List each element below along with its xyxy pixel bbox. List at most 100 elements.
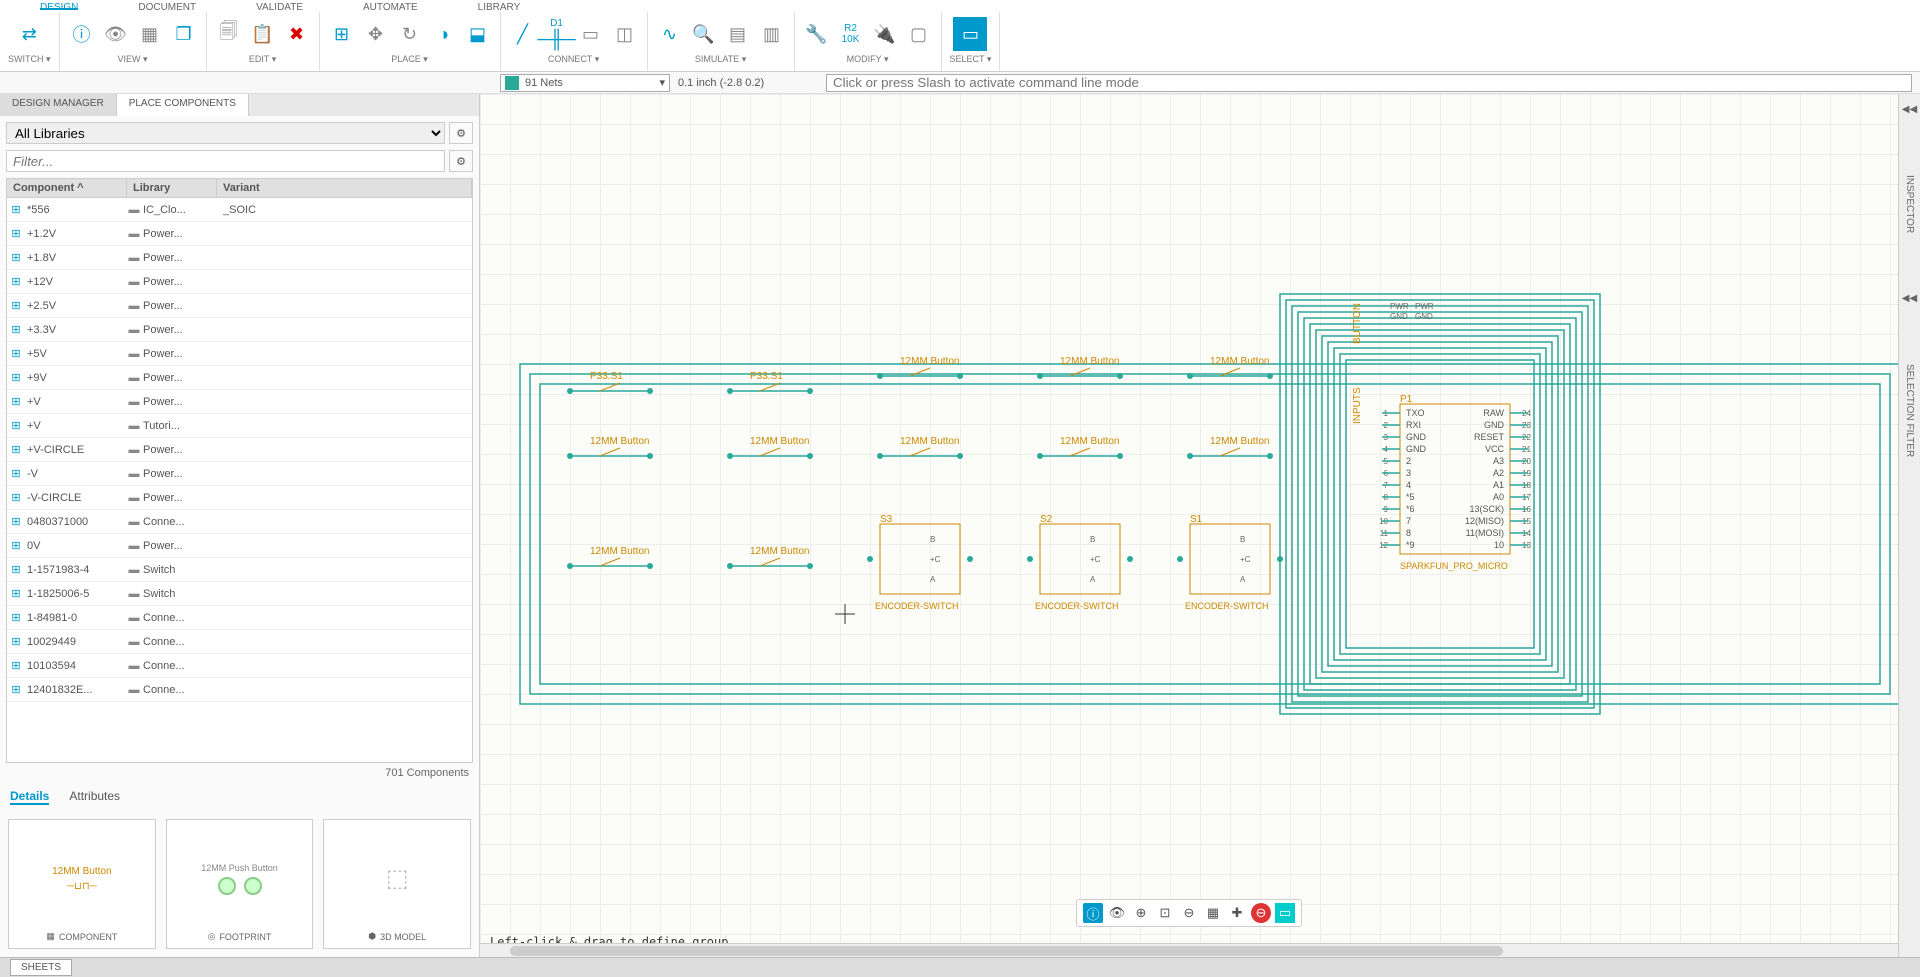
list-item[interactable]: ⊞12401832E...▬Conne...: [7, 678, 472, 702]
filter-settings-icon[interactable]: ⚙: [449, 150, 473, 172]
sheet-icon[interactable]: ▢: [905, 20, 933, 48]
svg-text:SPARKFUN_PRO_MICRO: SPARKFUN_PRO_MICRO: [1400, 561, 1508, 571]
list-item[interactable]: ⊞+V▬Power...: [7, 390, 472, 414]
rotate-icon[interactable]: ↻: [396, 20, 424, 48]
list-item[interactable]: ⊞+2.5V▬Power...: [7, 294, 472, 318]
sim-scope-icon[interactable]: ▥: [758, 20, 786, 48]
list-item[interactable]: ⊞*556▬IC_Clo..._SOIC: [7, 198, 472, 222]
list-item[interactable]: ⊞+1.2V▬Power...: [7, 222, 472, 246]
layers-icon[interactable]: ❐: [170, 20, 198, 48]
nets-dropdown[interactable]: 91 Nets▾: [500, 74, 670, 92]
stop-btn[interactable]: ⊖: [1251, 903, 1271, 923]
list-item[interactable]: ⊞1-84981-0▬Conne...: [7, 606, 472, 630]
net-icon[interactable]: D1─╫─: [543, 20, 571, 48]
list-item[interactable]: ⊞1-1825006-5▬Switch: [7, 582, 472, 606]
visibility-btn[interactable]: 👁: [1107, 903, 1127, 923]
menu-automate[interactable]: AUTOMATE: [363, 2, 418, 10]
list-item[interactable]: ⊞+V-CIRCLE▬Power...: [7, 438, 472, 462]
svg-text:3: 3: [1406, 468, 1411, 478]
svg-text:12(MISO): 12(MISO): [1465, 516, 1504, 526]
svg-text:P33.S1: P33.S1: [590, 371, 623, 382]
move-icon[interactable]: ✥: [362, 20, 390, 48]
library-settings-icon[interactable]: ⚙: [449, 122, 473, 144]
mirror-icon[interactable]: ◑: [430, 20, 458, 48]
sim-wave-icon[interactable]: ∿: [656, 20, 684, 48]
bus-icon[interactable]: ▭: [577, 20, 605, 48]
tab-attributes[interactable]: Attributes: [69, 789, 120, 805]
library-select[interactable]: All Libraries: [6, 122, 445, 144]
plug-icon[interactable]: 🔌: [871, 20, 899, 48]
selection-filter-tab[interactable]: SELECTION FILTER: [1904, 364, 1915, 457]
value-icon[interactable]: R210K: [837, 20, 865, 48]
sim-meter-icon[interactable]: ▤: [724, 20, 752, 48]
svg-text:RAW: RAW: [1483, 408, 1504, 418]
sheets-tab[interactable]: SHEETS: [10, 959, 72, 976]
zoom-fit-btn[interactable]: ⊡: [1155, 903, 1175, 923]
tab-place-components[interactable]: PLACE COMPONENTS: [117, 94, 249, 116]
list-item[interactable]: ⊞-V▬Power...: [7, 462, 472, 486]
delete-icon[interactable]: ✖: [283, 20, 311, 48]
info-btn[interactable]: ⓘ: [1083, 903, 1103, 923]
list-item[interactable]: ⊞10103594▬Conne...: [7, 654, 472, 678]
preview-footprint[interactable]: 12MM Push Button ◎FOOTPRINT: [166, 819, 314, 949]
tool-icon[interactable]: 🔧: [803, 20, 831, 48]
add-icon[interactable]: ⊞: [328, 20, 356, 48]
preview-3d[interactable]: ⬚ ⬢3D MODEL: [323, 819, 471, 949]
schematic-canvas[interactable]: P33.S1 P33.S1 12MM Button 12MM Button 12…: [480, 94, 1898, 957]
eye-icon[interactable]: 👁: [102, 20, 130, 48]
collapse-filter-btn[interactable]: ◀◀: [1902, 293, 1917, 304]
paste-icon[interactable]: 📋: [249, 20, 277, 48]
port-icon[interactable]: ◫: [611, 20, 639, 48]
h-scrollbar[interactable]: [480, 943, 1898, 957]
svg-text:PWR: PWR: [1390, 302, 1409, 311]
menu-document[interactable]: DOCUMENT: [138, 2, 196, 10]
svg-text:A: A: [930, 575, 936, 584]
grid-btn[interactable]: ▦: [1203, 903, 1223, 923]
list-item[interactable]: ⊞-V-CIRCLE▬Power...: [7, 486, 472, 510]
grid-icon[interactable]: ▦: [136, 20, 164, 48]
list-item[interactable]: ⊞+5V▬Power...: [7, 342, 472, 366]
col-library[interactable]: Library: [127, 179, 217, 197]
list-item[interactable]: ⊞+V▬Tutori...: [7, 414, 472, 438]
list-item[interactable]: ⊞+12V▬Power...: [7, 270, 472, 294]
crosshair-btn[interactable]: ✚: [1227, 903, 1247, 923]
menu-design[interactable]: DESIGN: [40, 2, 78, 10]
list-item[interactable]: ⊞10029449▬Conne...: [7, 630, 472, 654]
collapse-inspector-btn[interactable]: ◀◀: [1902, 104, 1917, 115]
menu-validate[interactable]: VALIDATE: [256, 2, 303, 10]
list-item[interactable]: ⊞+9V▬Power...: [7, 366, 472, 390]
select-icon[interactable]: ▭: [953, 17, 987, 51]
col-component[interactable]: Component ^: [7, 179, 127, 197]
command-input[interactable]: [826, 74, 1912, 92]
list-item[interactable]: ⊞+3.3V▬Power...: [7, 318, 472, 342]
svg-text:13(SCK): 13(SCK): [1469, 504, 1504, 514]
list-item[interactable]: ⊞+1.8V▬Power...: [7, 246, 472, 270]
wire-icon[interactable]: ╱: [509, 20, 537, 48]
svg-text:+C: +C: [930, 555, 941, 564]
component-count: 701 Components: [0, 763, 479, 783]
svg-text:A2: A2: [1493, 468, 1504, 478]
zoom-in-btn[interactable]: ⊕: [1131, 903, 1151, 923]
switch-icon[interactable]: ⇄: [12, 17, 46, 51]
info-icon[interactable]: ⓘ: [68, 20, 96, 48]
marquee-btn[interactable]: ▭: [1275, 903, 1295, 923]
tab-details[interactable]: Details: [10, 789, 49, 805]
svg-text:B: B: [930, 535, 935, 544]
sim-probe-icon[interactable]: 🔍: [690, 20, 718, 48]
zoom-out-btn[interactable]: ⊖: [1179, 903, 1199, 923]
copy-icon[interactable]: 🗐: [215, 20, 243, 48]
svg-text:12MM Button: 12MM Button: [750, 546, 809, 557]
align-icon[interactable]: ⬓: [464, 20, 492, 48]
svg-text:GND: GND: [1484, 420, 1505, 430]
preview-component[interactable]: 12MM Button─⊔⊓─ ▦COMPONENT: [8, 819, 156, 949]
inspector-tab[interactable]: INSPECTOR: [1904, 175, 1915, 233]
list-item[interactable]: ⊞0V▬Power...: [7, 534, 472, 558]
component-list[interactable]: ⊞*556▬IC_Clo..._SOIC⊞+1.2V▬Power...⊞+1.8…: [6, 198, 473, 763]
menu-library[interactable]: LIBRARY: [478, 2, 521, 10]
tab-design-manager[interactable]: DESIGN MANAGER: [0, 94, 117, 116]
list-item[interactable]: ⊞0480371000▬Conne...: [7, 510, 472, 534]
list-item[interactable]: ⊞1-1571983-4▬Switch: [7, 558, 472, 582]
col-variant[interactable]: Variant: [217, 179, 472, 197]
filter-input[interactable]: [6, 150, 445, 172]
ribbon-simulate-label: SIMULATE ▾: [695, 54, 746, 65]
